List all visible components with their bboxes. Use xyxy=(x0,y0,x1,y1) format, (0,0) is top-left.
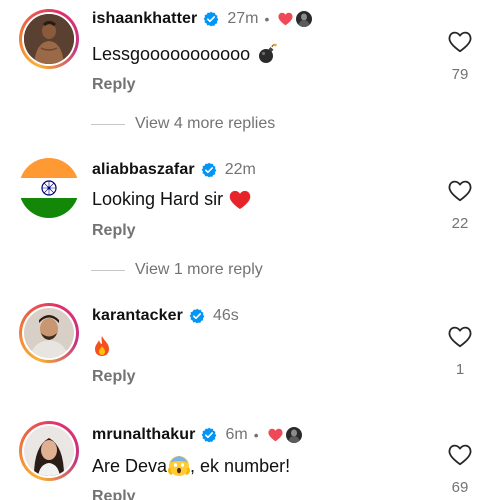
verified-badge-icon xyxy=(203,11,219,27)
comment-text-start: Are Deva xyxy=(92,455,168,476)
avatar[interactable] xyxy=(19,303,79,363)
heart-outline-icon[interactable] xyxy=(448,326,472,348)
reply-button[interactable]: Reply xyxy=(92,368,136,386)
fire-emoji-icon xyxy=(92,335,112,357)
author-avatar-icon xyxy=(285,427,302,443)
username[interactable]: aliabbaszafar xyxy=(92,161,195,179)
avatar[interactable] xyxy=(19,9,79,69)
view-more-replies-button[interactable]: View 4 more replies xyxy=(91,115,275,133)
like-count: 79 xyxy=(451,66,469,83)
comment-text: Looking Hard sir xyxy=(92,189,224,209)
separator-dot: • xyxy=(264,11,270,27)
comment-time: 27m xyxy=(227,10,259,27)
comment-ishaankhatter: ishaankhatter 27m • Lessgooooooooooo Rep… xyxy=(0,0,500,150)
like-count: 22 xyxy=(451,215,469,232)
comment-time: 22m xyxy=(224,161,256,178)
author-avatar-icon xyxy=(296,11,313,27)
divider xyxy=(91,123,125,125)
comment-mrunalthakur: mrunalthakur 6m • Are Deva , ek number! … xyxy=(0,416,500,500)
comment-text-end: , ek number! xyxy=(190,455,291,476)
bomb-emoji-icon xyxy=(256,43,278,65)
comment-text: Lessgooooooooooo xyxy=(92,43,251,64)
heart-outline-icon[interactable] xyxy=(448,31,472,53)
red-heart-icon xyxy=(268,428,283,442)
comment-karantacker: karantacker 46s Reply 1 xyxy=(0,296,500,416)
red-heart-emoji-icon xyxy=(229,190,251,210)
comment-time: 6m xyxy=(225,426,248,443)
avatar[interactable] xyxy=(19,158,79,218)
view-more-replies-button[interactable]: View 1 more reply xyxy=(91,261,263,279)
reply-button[interactable]: Reply xyxy=(92,222,136,240)
red-heart-icon xyxy=(278,12,293,26)
comment-aliabbaszafar: aliabbaszafar 22m Looking Hard sir Reply… xyxy=(0,150,500,296)
avatar[interactable] xyxy=(19,421,79,481)
heart-outline-icon[interactable] xyxy=(448,180,472,202)
scream-emoji-icon xyxy=(168,455,190,477)
separator-dot: • xyxy=(253,427,259,443)
username[interactable]: mrunalthakur xyxy=(92,426,195,444)
username[interactable]: ishaankhatter xyxy=(92,10,197,28)
view-more-label: View 4 more replies xyxy=(135,115,276,132)
like-count: 69 xyxy=(451,479,469,496)
verified-badge-icon xyxy=(189,308,205,324)
username[interactable]: karantacker xyxy=(92,307,183,325)
heart-outline-icon[interactable] xyxy=(448,444,472,466)
verified-badge-icon xyxy=(201,427,217,443)
comments-screen: ishaankhatter 27m • Lessgooooooooooo Rep… xyxy=(0,0,500,500)
view-more-label: View 1 more reply xyxy=(135,261,263,278)
like-count: 1 xyxy=(455,361,465,378)
comment-time: 46s xyxy=(212,307,239,324)
divider xyxy=(91,269,125,271)
verified-badge-icon xyxy=(201,162,217,178)
reply-button[interactable]: Reply xyxy=(92,76,136,94)
reply-button[interactable]: Reply xyxy=(92,488,136,500)
